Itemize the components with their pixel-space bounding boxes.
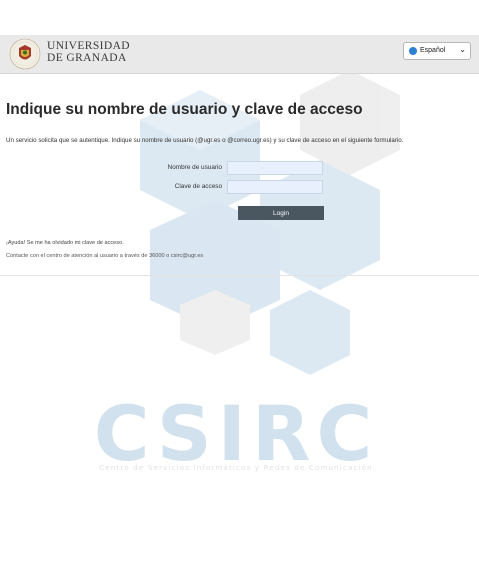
language-select[interactable]: Español ⌄ <box>403 42 471 60</box>
background-watermark: CSIRC Centro de Servicios Informáticos y… <box>0 0 479 564</box>
password-field[interactable] <box>227 180 323 194</box>
university-name-line1: UNIVERSIDAD <box>47 40 130 52</box>
language-selected: Español <box>420 47 446 54</box>
globe-icon <box>409 47 417 55</box>
username-label: Nombre de usuario <box>167 164 222 171</box>
intro-text: Un servicio solicita que se autentique. … <box>6 137 404 144</box>
divider <box>0 275 479 276</box>
page-title: Indique su nombre de usuario y clave de … <box>6 101 363 118</box>
watermark-tagline: Centro de Servicios Informáticos y Redes… <box>99 464 373 472</box>
university-crest-logo[interactable] <box>8 38 42 70</box>
forgot-password-link[interactable]: ¡Ayuda! Se me ha olvidado mi clave de ac… <box>6 240 124 246</box>
header-bar: UNIVERSIDAD DE GRANADA Español ⌄ <box>0 35 479 74</box>
chevron-down-icon: ⌄ <box>459 45 466 54</box>
login-button[interactable]: Login <box>238 206 324 220</box>
username-field[interactable] <box>227 161 323 175</box>
contact-text: Contacte con el centro de atención al us… <box>6 253 204 259</box>
university-name: UNIVERSIDAD DE GRANADA <box>47 40 130 64</box>
password-label: Clave de acceso <box>174 183 222 190</box>
university-name-line2: DE GRANADA <box>47 51 127 64</box>
